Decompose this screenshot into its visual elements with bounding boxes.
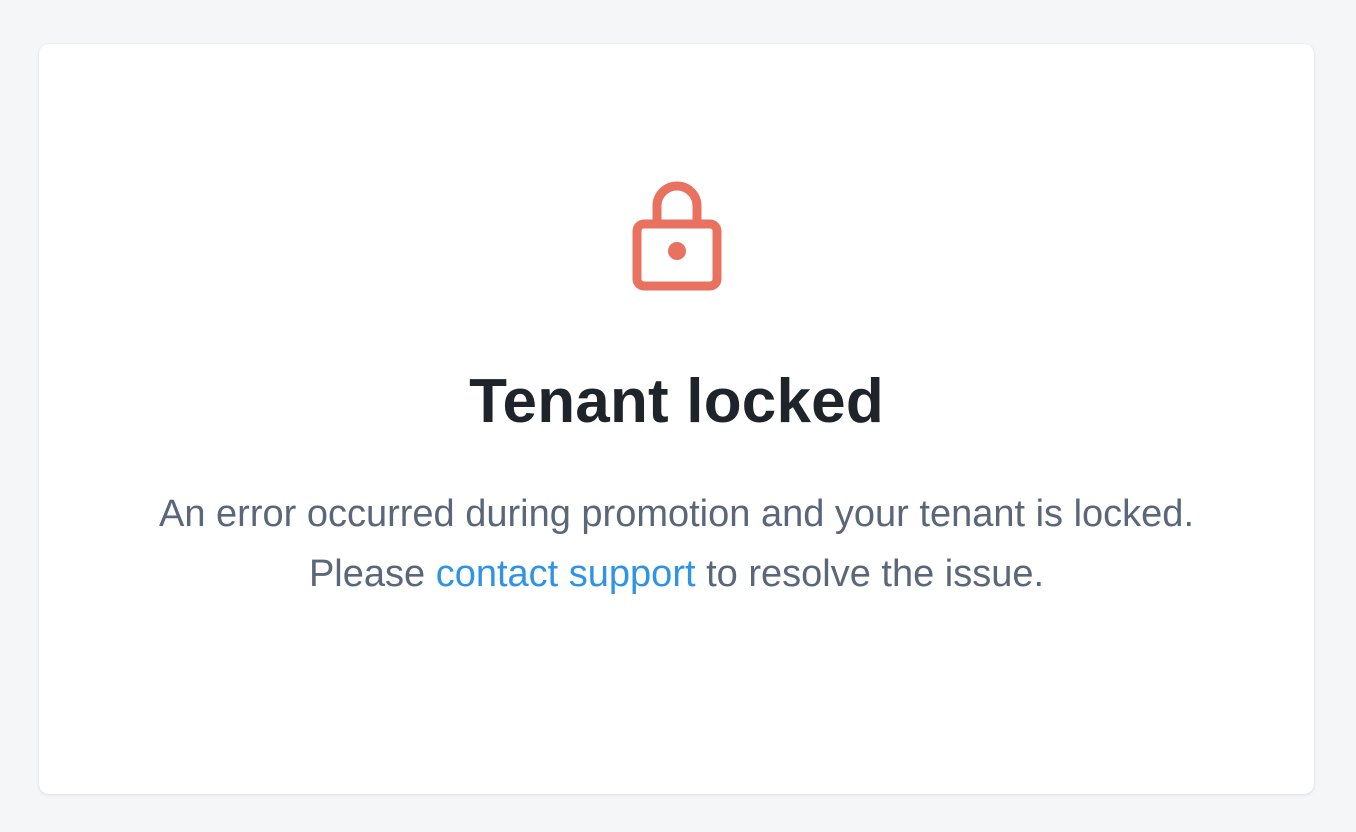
contact-support-link[interactable]: contact support <box>436 553 696 595</box>
error-card: Tenant locked An error occurred during p… <box>39 44 1314 794</box>
icon-container <box>39 176 1314 291</box>
lock-icon <box>632 181 721 291</box>
error-message: An error occurred during promotion and y… <box>149 484 1204 604</box>
message-text-after: to resolve the issue. <box>695 553 1045 595</box>
page-title: Tenant locked <box>469 367 884 436</box>
